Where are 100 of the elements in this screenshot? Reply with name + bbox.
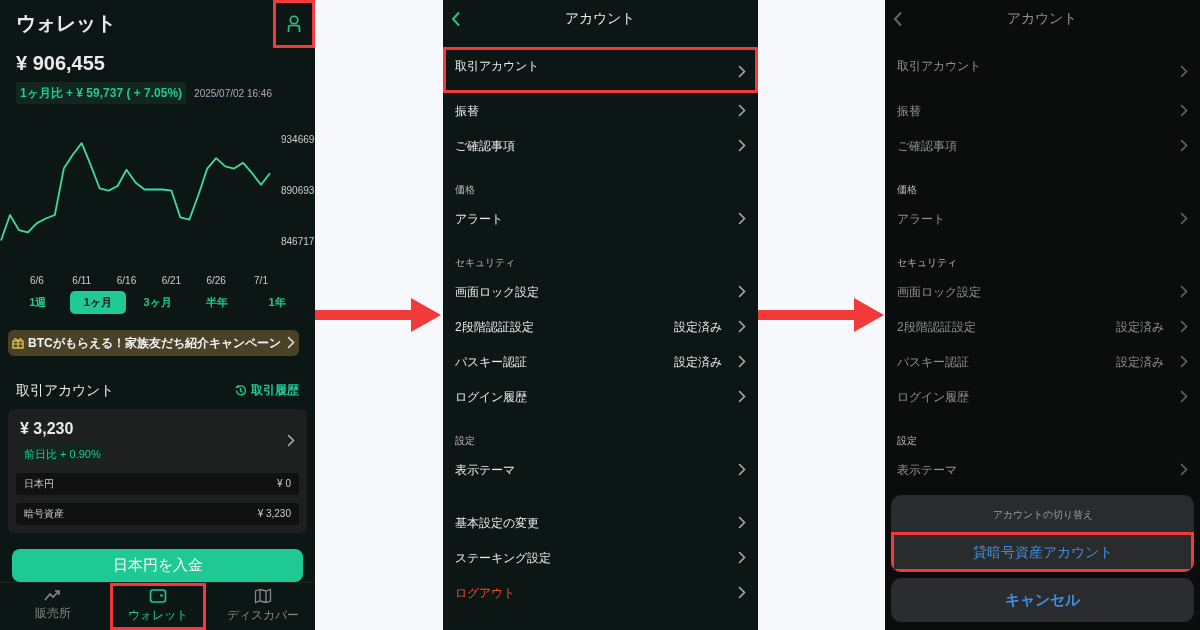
axis-label: 6/26 bbox=[206, 275, 226, 286]
history-link[interactable]: 取引履歴 bbox=[234, 381, 299, 400]
screen-title: アカウント bbox=[1005, 8, 1078, 28]
asset-value: ¥ 0 bbox=[277, 477, 291, 492]
wallet-icon bbox=[148, 588, 167, 604]
sheet-option[interactable]: 貸暗号資産アカウント bbox=[891, 532, 1194, 572]
account-card[interactable]: ¥ 3,230 前日比 + 0.90% 日本円 ¥ 0 暗号資産 ¥ 3,230 bbox=[8, 409, 307, 533]
asset-value: ¥ 3,230 bbox=[257, 507, 291, 522]
account-total: ¥ 3,230 bbox=[20, 419, 75, 439]
menu-item[interactable]: 取引アカウント bbox=[885, 47, 1200, 93]
chevron-right-icon bbox=[738, 355, 746, 368]
status-text: 設定済み bbox=[1116, 353, 1164, 371]
section-header: 設定 bbox=[454, 434, 476, 448]
period-tab[interactable]: 1年 bbox=[249, 291, 306, 314]
trend-icon bbox=[43, 588, 62, 602]
back-icon bbox=[451, 10, 461, 27]
asset-label: 暗号資産 bbox=[24, 507, 64, 522]
section-header: 設定 bbox=[896, 434, 918, 448]
menu-item[interactable]: ログイン履歴 bbox=[443, 379, 758, 414]
chevron-right-icon bbox=[1180, 463, 1188, 476]
person-icon bbox=[287, 15, 301, 33]
banner-text: BTCがもらえる！家族友だち紹介キャンペーン bbox=[28, 334, 282, 352]
menu-item[interactable]: 取引アカウント bbox=[443, 47, 758, 93]
chevron-right-icon bbox=[1180, 212, 1188, 225]
cancel-button[interactable]: キャンセル bbox=[891, 578, 1194, 622]
menu-item[interactable]: 画面ロック設定 bbox=[443, 274, 758, 309]
axis-label: 7/1 bbox=[254, 275, 268, 286]
menu-item[interactable]: 振替 bbox=[443, 93, 758, 128]
menu-item[interactable]: 表示テーマ bbox=[885, 452, 1200, 487]
chevron-right-icon bbox=[738, 586, 746, 599]
menu-item[interactable]: 画面ロック設定 bbox=[885, 274, 1200, 309]
sheet-title: アカウントの切り替え bbox=[991, 508, 1094, 522]
chevron-right-icon bbox=[738, 212, 746, 225]
chevron-right-icon bbox=[738, 320, 746, 333]
menu-item[interactable]: アラート bbox=[443, 201, 758, 236]
axis-label: 846717 bbox=[281, 236, 315, 247]
profile-button[interactable] bbox=[273, 0, 315, 48]
chevron-right-icon bbox=[738, 463, 746, 476]
chevron-right-icon bbox=[1180, 390, 1188, 403]
menu-item[interactable]: 基本設定の変更 bbox=[443, 505, 758, 540]
menu-item[interactable]: 2段階認証設定 設定済み bbox=[443, 309, 758, 344]
menu-item[interactable]: ログアウト bbox=[443, 575, 758, 610]
chevron-right-icon bbox=[738, 139, 746, 152]
nav-tab[interactable]: 販売所 bbox=[4, 583, 101, 630]
chevron-right-icon bbox=[738, 104, 746, 117]
menu-item[interactable]: パスキー認証 設定済み bbox=[885, 344, 1200, 379]
history-icon bbox=[234, 384, 247, 397]
period-tab[interactable]: 1ヶ月 bbox=[69, 291, 126, 314]
chevron-right-icon bbox=[738, 390, 746, 403]
status-text: 設定済み bbox=[674, 353, 722, 371]
period-tab[interactable]: 1週 bbox=[9, 291, 66, 314]
change-badge: 1ヶ月比 + ¥ 59,737 ( + 7.05%) bbox=[16, 82, 187, 104]
campaign-banner[interactable]: BTCがもらえる！家族友だち紹介キャンペーン bbox=[8, 329, 299, 356]
timestamp: 2025/07/02 16:46 bbox=[194, 86, 272, 101]
screen-title: ウォレット bbox=[16, 11, 116, 36]
chevron-right-icon bbox=[1180, 355, 1188, 368]
axis-label: 6/6 bbox=[29, 275, 44, 286]
back-icon bbox=[893, 10, 903, 27]
menu-item[interactable]: アラート bbox=[885, 201, 1200, 236]
period-tab[interactable]: 半年 bbox=[189, 291, 246, 314]
chevron-right-icon bbox=[287, 434, 295, 448]
gift-icon bbox=[12, 336, 24, 349]
chevron-right-icon bbox=[738, 65, 746, 78]
change-badge: 前日比 + 0.90% bbox=[20, 446, 105, 462]
chevron-right-icon bbox=[1180, 65, 1188, 78]
section-header: 価格 bbox=[896, 183, 918, 197]
map-icon bbox=[253, 588, 272, 604]
menu-item[interactable]: 振替 bbox=[885, 93, 1200, 128]
menu-item[interactable]: 2段階認証設定 設定済み bbox=[885, 309, 1200, 344]
status-text: 設定済み bbox=[674, 318, 722, 336]
axis-label: 934669 bbox=[281, 134, 315, 145]
menu-item[interactable]: ログイン履歴 bbox=[885, 379, 1200, 414]
period-tab[interactable]: 3ヶ月 bbox=[129, 291, 186, 314]
menu-item[interactable]: ステーキング設定 bbox=[443, 540, 758, 575]
section-title: 取引アカウント bbox=[16, 381, 114, 400]
balance-amount: ¥ 906,455 bbox=[15, 51, 106, 76]
chevron-right-icon bbox=[1180, 285, 1188, 298]
chevron-right-icon bbox=[1180, 320, 1188, 333]
menu-item[interactable]: ご確認事項 bbox=[885, 128, 1200, 163]
screen-title: アカウント bbox=[563, 8, 636, 28]
status-text: 設定済み bbox=[1116, 318, 1164, 336]
section-header: セキュリティ bbox=[454, 256, 516, 270]
axis-label: 6/16 bbox=[116, 275, 137, 286]
menu-item[interactable]: 表示テーマ bbox=[443, 452, 758, 487]
menu-item[interactable]: ご確認事項 bbox=[443, 128, 758, 163]
axis-label: 890693 bbox=[281, 185, 315, 196]
section-header: 価格 bbox=[454, 183, 476, 197]
chevron-right-icon bbox=[1180, 104, 1188, 117]
nav-tab[interactable]: ディスカバー bbox=[214, 583, 311, 630]
chevron-right-icon bbox=[1180, 139, 1188, 152]
chevron-right-icon bbox=[738, 516, 746, 529]
nav-tab[interactable]: ウォレット bbox=[109, 583, 206, 630]
axis-label: 6/11 bbox=[72, 275, 92, 286]
asset-label: 日本円 bbox=[24, 477, 54, 492]
chevron-right-icon bbox=[738, 285, 746, 298]
section-header: セキュリティ bbox=[896, 256, 958, 270]
chevron-right-icon bbox=[287, 336, 295, 350]
axis-label: 6/21 bbox=[161, 275, 182, 286]
menu-item[interactable]: パスキー認証 設定済み bbox=[443, 344, 758, 379]
chevron-right-icon bbox=[738, 551, 746, 564]
